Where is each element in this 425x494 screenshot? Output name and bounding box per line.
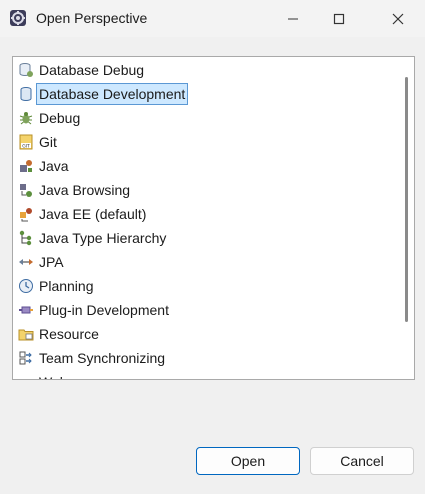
maximize-button[interactable] [316,0,362,37]
jpa-icon [17,253,35,271]
list-item-label: Resource [39,326,99,342]
list-item-git[interactable]: GIT Git [17,130,59,154]
git-icon: GIT [17,133,35,151]
close-button[interactable] [375,0,421,37]
list-item-plugin-development[interactable]: Plug-in Development [17,298,171,322]
java-browsing-icon [17,181,35,199]
minimize-icon [288,18,298,19]
svg-text:GIT: GIT [22,143,30,149]
open-perspective-dialog: Open Perspective Database Debug Database… [0,0,425,494]
list-scrollbar[interactable] [400,57,414,379]
list-item-label: Java [39,158,69,174]
minimize-button[interactable] [270,0,316,37]
java-ee-icon [17,205,35,223]
type-hierarchy-icon [17,229,35,247]
list-item-label: Debug [39,110,81,126]
list-item-label: Java EE (default) [39,206,147,222]
list-item-label: Git [39,134,57,150]
title-bar: Open Perspective [0,0,425,37]
list-item-label: Java Browsing [39,182,131,198]
list-item-java[interactable]: Java [17,154,71,178]
list-item-label: Database Development [35,83,189,105]
window-title: Open Perspective [36,10,148,26]
list-item-database-development[interactable]: Database Development [17,82,189,106]
team-sync-icon [17,349,35,367]
eclipse-gear-icon [10,10,26,26]
list-item-label: JPA [39,254,64,270]
list-item-label: Planning [39,278,94,294]
list-item-label: Team Synchronizing [39,350,166,366]
open-button[interactable]: Open [196,447,300,475]
list-item-label: Web [37,372,70,379]
close-icon [392,13,404,24]
cancel-button[interactable]: Cancel [310,447,414,475]
list-item-web[interactable]: Web [17,370,70,379]
list-item-database-debug[interactable]: Database Debug [17,58,146,82]
list-item-label: Java Type Hierarchy [39,230,167,246]
list-item-java-ee[interactable]: Java EE (default) [17,202,148,226]
database-development-icon [17,85,35,103]
list-item-java-browsing[interactable]: Java Browsing [17,178,132,202]
list-item-team-synchronizing[interactable]: Team Synchronizing [17,346,167,370]
list-item-label: Plug-in Development [39,302,169,318]
list-item-planning[interactable]: Planning [17,274,96,298]
java-icon [17,157,35,175]
database-debug-icon [17,61,35,79]
list-item-label: Database Debug [39,62,145,78]
debug-bug-icon [17,109,35,127]
list-item-debug[interactable]: Debug [17,106,82,130]
scrollbar-thumb[interactable] [405,77,408,322]
maximize-icon [333,13,345,24]
plugin-icon [17,301,35,319]
resource-folder-icon [17,325,35,343]
list-item-jpa[interactable]: JPA [17,250,66,274]
web-icon [17,373,35,379]
list-item-resource[interactable]: Resource [17,322,101,346]
perspective-list[interactable]: Database Debug Database Development Debu… [12,56,415,380]
list-item-java-type-hierarchy[interactable]: Java Type Hierarchy [17,226,168,250]
planning-icon [17,277,35,295]
